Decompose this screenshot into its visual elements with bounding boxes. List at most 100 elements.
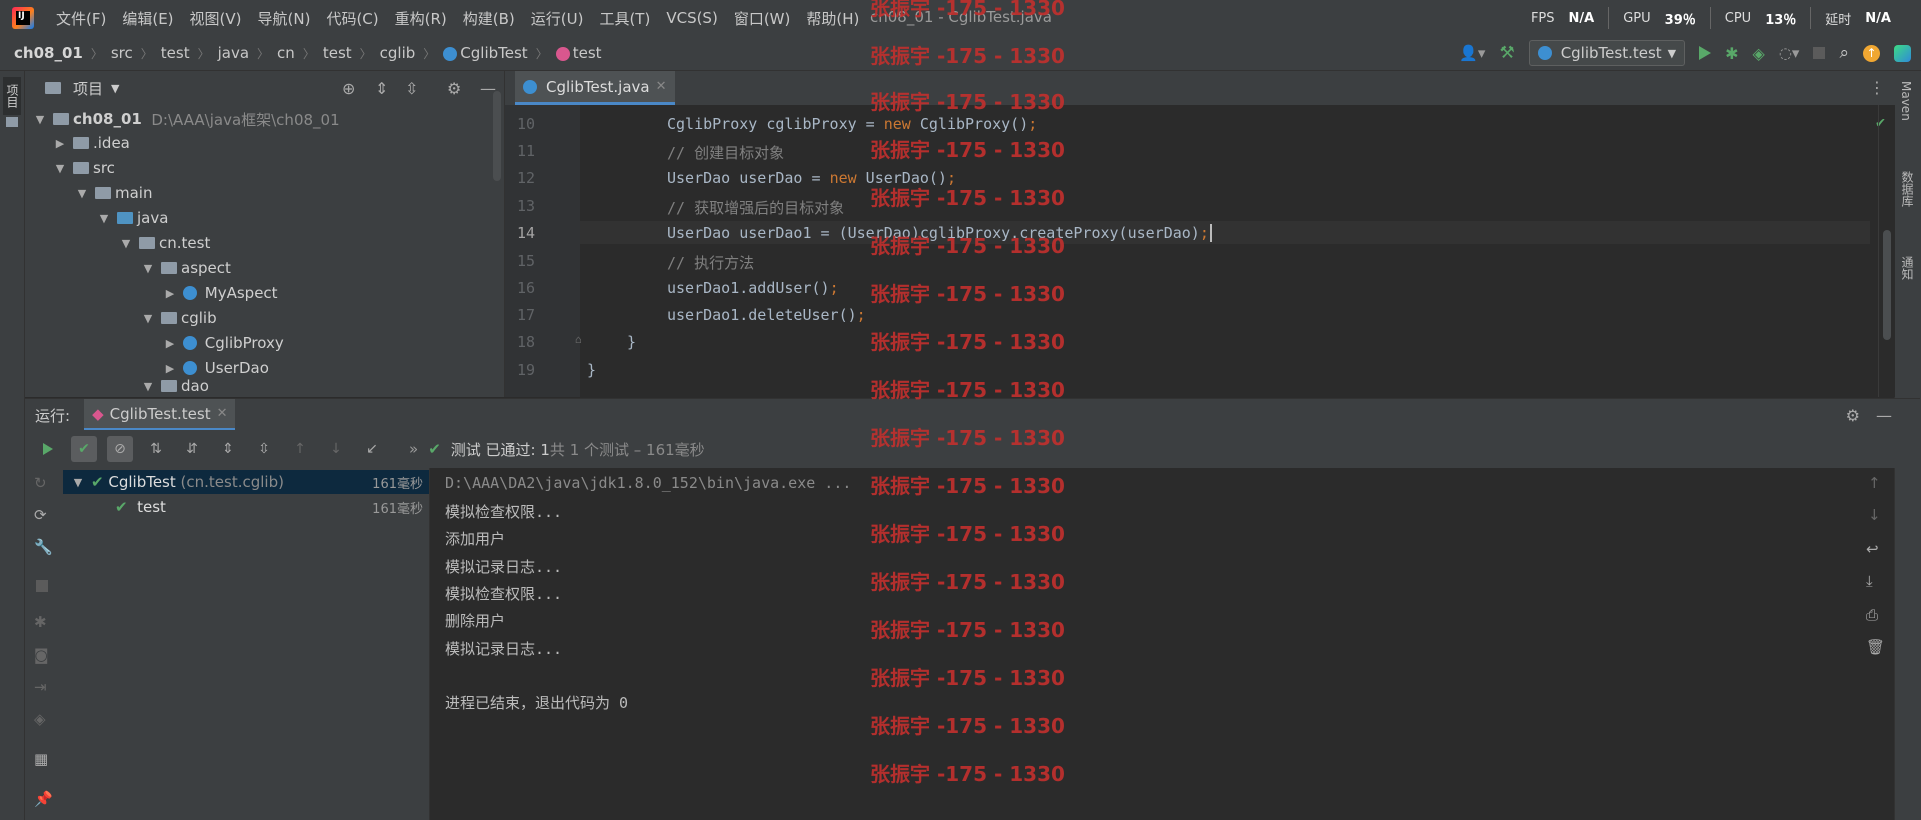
toggle-autotest-icon[interactable]: ⟳: [34, 506, 47, 524]
fold-marker-icon[interactable]: ⌂: [575, 333, 582, 346]
collapse-all-icon[interactable]: ⇳: [405, 79, 418, 98]
debug-icon[interactable]: ✱: [1725, 44, 1738, 63]
rerun-icon[interactable]: [35, 436, 61, 462]
menu-run[interactable]: 运行(U): [531, 8, 584, 29]
locate-icon[interactable]: ⊕: [342, 79, 355, 98]
pin-icon[interactable]: 📌: [34, 790, 53, 808]
sort-alpha-icon[interactable]: ⇅: [143, 436, 169, 462]
chevron-down-icon[interactable]: ▼: [53, 162, 67, 175]
chevron-down-icon[interactable]: ▼: [33, 113, 47, 126]
menu-window[interactable]: 窗口(W): [734, 8, 791, 29]
project-panel-title[interactable]: 项目: [73, 78, 103, 99]
menu-help[interactable]: 帮助(H): [806, 8, 859, 29]
tree-item-package[interactable]: ▼ cn.test: [119, 231, 211, 255]
stop-icon[interactable]: [36, 580, 48, 592]
breadcrumb-part[interactable]: java: [218, 44, 249, 62]
stop-icon[interactable]: [1813, 47, 1826, 59]
tree-item-src[interactable]: ▼ src: [53, 156, 115, 180]
notifications-tool-button[interactable]: 通知: [1899, 256, 1916, 280]
exit-icon[interactable]: ⇥: [34, 678, 47, 696]
chevron-down-icon[interactable]: ▼: [75, 187, 89, 200]
more-options-icon[interactable]: ⋮: [1869, 78, 1885, 97]
camera-icon[interactable]: ◙: [34, 646, 49, 664]
menu-refactor[interactable]: 重构(R): [395, 8, 447, 29]
maven-tool-button[interactable]: Maven: [1899, 81, 1913, 121]
coverage-icon[interactable]: ◈: [1753, 44, 1765, 63]
expand-all-icon[interactable]: ⇕: [375, 79, 388, 98]
chevron-right-icon[interactable]: ▶: [53, 137, 67, 150]
console-output[interactable]: D:\AAA\DA2\java\jdk1.8.0_152\bin\java.ex…: [430, 468, 1855, 820]
tree-item-main[interactable]: ▼ main: [75, 181, 153, 205]
tree-item-aspect[interactable]: ▼ aspect: [141, 256, 231, 280]
import-tests-icon[interactable]: ↙: [359, 436, 385, 462]
user-icon[interactable]: 👤▾: [1459, 44, 1485, 62]
menu-build[interactable]: 构建(B): [463, 8, 515, 29]
print-icon[interactable]: ⎙: [1866, 606, 1878, 624]
chevron-right-icon[interactable]: ▶: [163, 287, 177, 300]
chevron-down-icon[interactable]: ▼: [97, 212, 111, 225]
scroll-up-icon[interactable]: ↑: [1868, 474, 1881, 492]
rerun-failed-icon[interactable]: ↻: [34, 474, 47, 492]
tree-item-class[interactable]: ▶ MyAspect: [163, 281, 278, 305]
collapse-all-icon[interactable]: ⇳: [251, 436, 277, 462]
tree-item-idea[interactable]: ▶ .idea: [53, 131, 130, 155]
run-icon[interactable]: [1699, 46, 1712, 60]
code-editor[interactable]: 10 11 12 13 14 15 16 17 18 19 ⌂ CglibPro…: [505, 105, 1895, 397]
debug-icon[interactable]: ✱: [34, 613, 47, 631]
run-config-select[interactable]: CglibTest.test ▼: [1528, 40, 1686, 66]
scroll-to-end-icon[interactable]: ⤓: [1866, 572, 1873, 590]
trash-icon[interactable]: 🗑: [1866, 638, 1885, 656]
minimize-icon[interactable]: —: [1876, 406, 1892, 425]
sort-duration-icon[interactable]: ⇵: [179, 436, 205, 462]
profile-icon[interactable]: ◌▾: [1779, 44, 1800, 62]
breadcrumb-part[interactable]: test: [161, 44, 190, 62]
menu-navigate[interactable]: 导航(N): [258, 8, 311, 29]
tree-item-java[interactable]: ▼ java: [97, 206, 169, 230]
show-passed-toggle[interactable]: ✔: [71, 436, 97, 462]
menu-vcs[interactable]: VCS(S): [666, 9, 717, 27]
chevron-down-icon[interactable]: ▼: [119, 237, 133, 250]
menu-view[interactable]: 视图(V): [190, 8, 242, 29]
coverage-icon[interactable]: ◈: [34, 710, 46, 728]
close-icon[interactable]: ✕: [656, 79, 667, 94]
wrench-icon[interactable]: 🔧: [34, 538, 53, 556]
gear-icon[interactable]: ⚙: [1846, 406, 1860, 425]
editor-scrollbar[interactable]: [1883, 230, 1891, 340]
dropdown-arrow-icon[interactable]: ▼: [111, 82, 119, 95]
build-hammer-icon[interactable]: ⚒: [1499, 43, 1514, 63]
tab-cglibtest-java[interactable]: CglibTest.java ✕: [515, 71, 675, 105]
previous-failed-icon[interactable]: ↑: [287, 436, 313, 462]
project-scrollbar[interactable]: [493, 91, 501, 181]
next-failed-icon[interactable]: ↓: [323, 436, 349, 462]
chevron-down-icon[interactable]: ▼: [71, 476, 85, 489]
tree-item-class[interactable]: ▶ CglibProxy: [163, 331, 284, 355]
tree-item-cglib[interactable]: ▼ cglib: [141, 306, 217, 330]
layout-icon[interactable]: ▦: [34, 750, 48, 768]
plugin-logo-icon[interactable]: [1894, 44, 1911, 62]
breadcrumb-project[interactable]: ch08_01: [14, 44, 83, 62]
close-icon[interactable]: ✕: [217, 406, 228, 421]
test-case-row[interactable]: ✔ test 161毫秒: [63, 495, 429, 519]
menu-edit[interactable]: 编辑(E): [122, 8, 173, 29]
chevron-right-icon[interactable]: ▶: [163, 337, 177, 350]
chevron-down-icon[interactable]: ▼: [141, 262, 155, 275]
show-ignored-toggle[interactable]: ⊘: [107, 436, 133, 462]
menu-file[interactable]: 文件(F): [56, 8, 106, 29]
soft-wrap-icon[interactable]: ↩: [1866, 540, 1879, 558]
search-icon[interactable]: ⌕: [1839, 43, 1849, 63]
breadcrumb-part[interactable]: cn: [277, 44, 295, 62]
chevron-down-icon[interactable]: ▼: [141, 380, 155, 393]
chevron-right-icon[interactable]: ▶: [163, 362, 177, 375]
test-suite-row[interactable]: ▼ ✔ CglibTest (cn.test.cglib) 161毫秒: [63, 470, 429, 494]
intellij-logo-icon[interactable]: IJ: [12, 7, 34, 29]
tree-item-project-root[interactable]: ▼ ch08_01 D:\AAA\java框架\ch08_01: [33, 107, 340, 131]
tab-run-config[interactable]: ◆ CglibTest.test ✕: [84, 399, 236, 431]
breadcrumb-method[interactable]: test: [555, 44, 602, 62]
breadcrumb-part[interactable]: test: [323, 44, 352, 62]
database-tool-button[interactable]: 数据库: [1899, 171, 1916, 207]
breadcrumb-class[interactable]: CglibTest: [443, 44, 528, 62]
menu-tools[interactable]: 工具(T): [599, 8, 650, 29]
menu-code[interactable]: 代码(C): [326, 8, 378, 29]
more-icon[interactable]: »: [409, 440, 418, 458]
expand-all-icon[interactable]: ⇕: [215, 436, 241, 462]
